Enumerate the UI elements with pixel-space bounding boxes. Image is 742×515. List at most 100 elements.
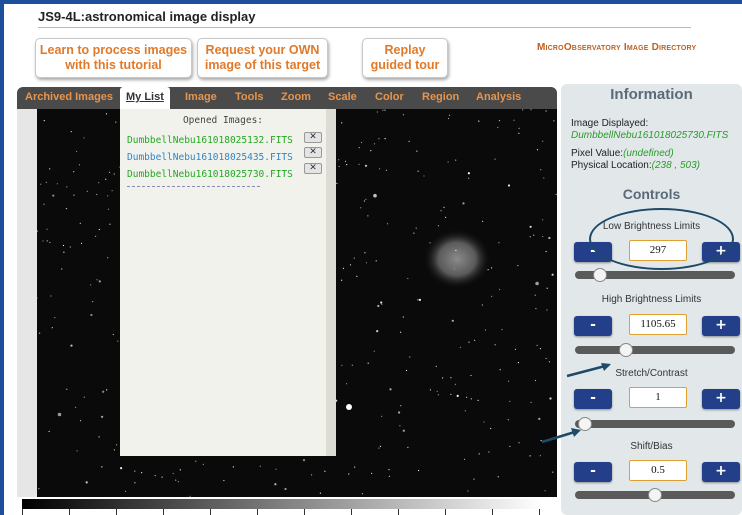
close-image-button[interactable]: ✕ (304, 132, 322, 143)
star (448, 114, 451, 116)
star (202, 463, 204, 465)
star (443, 206, 445, 208)
stretch-contrast-slider[interactable] (575, 417, 735, 431)
opened-image-file[interactable]: DumbbellNebu161018025132.FITS (127, 135, 293, 146)
star (92, 301, 94, 303)
star (141, 472, 143, 474)
star (466, 396, 468, 398)
star (63, 251, 65, 253)
star (389, 388, 392, 391)
star (113, 449, 115, 451)
stretch-contrast-minus-button[interactable]: - (574, 389, 612, 409)
star (530, 109, 532, 111)
star (364, 252, 366, 254)
star (413, 232, 415, 234)
high-brightness-minus-button[interactable]: - (574, 316, 612, 336)
star (497, 126, 499, 128)
stretch-contrast-plus-button[interactable]: + (702, 389, 740, 409)
star (451, 319, 454, 322)
star (507, 184, 511, 187)
star (437, 225, 439, 227)
star (497, 476, 499, 478)
star (338, 159, 340, 161)
colorbar-tick (445, 509, 446, 515)
star (544, 490, 546, 492)
star (382, 109, 384, 111)
star (179, 469, 181, 471)
request-image-button[interactable]: Request your OWN image of this target (197, 38, 328, 78)
menu-my-list[interactable]: My List (120, 87, 170, 109)
replay-tour-button[interactable]: Replay guided tour (362, 38, 448, 78)
pixel-value-row: Pixel Value:(undefined) (571, 148, 674, 159)
shift-bias-value[interactable]: 0.5 (629, 460, 687, 481)
shift-bias-plus-button[interactable]: + (702, 462, 740, 482)
star (548, 236, 551, 240)
menu-tools[interactable]: Tools (235, 91, 264, 103)
star (456, 394, 459, 397)
star (380, 301, 383, 304)
star (49, 241, 51, 244)
star (481, 304, 483, 306)
star (341, 122, 343, 124)
shift-bias-minus-button[interactable]: - (574, 462, 612, 482)
low-brightness-slider-thumb[interactable] (592, 268, 607, 282)
star (470, 374, 472, 377)
star (518, 132, 520, 134)
menu-region[interactable]: Region (422, 91, 459, 103)
star (102, 390, 105, 393)
learn-tutorial-button[interactable]: Learn to process images with this tutori… (35, 38, 192, 78)
high-brightness-slider[interactable] (575, 343, 735, 357)
menu-analysis[interactable]: Analysis (476, 91, 521, 103)
close-image-button[interactable]: ✕ (304, 163, 322, 174)
frame-top-border (0, 0, 742, 4)
colorbar-tick (304, 509, 305, 515)
close-image-button[interactable]: ✕ (304, 147, 322, 158)
star (490, 427, 492, 430)
star (75, 406, 77, 408)
star (518, 442, 520, 444)
high-brightness-plus-button[interactable]: + (702, 316, 740, 336)
star (365, 198, 367, 200)
star (464, 410, 466, 412)
star (385, 169, 387, 171)
star (346, 164, 348, 166)
star (358, 163, 360, 165)
high-brightness-value[interactable]: 1105.65 (629, 314, 687, 335)
stretch-contrast-value[interactable]: 1 (629, 387, 687, 408)
star (539, 348, 541, 350)
star (483, 421, 485, 423)
star (48, 430, 50, 433)
opened-image-file[interactable]: DumbbellNebu161018025730.FITS (127, 169, 293, 180)
star (507, 419, 509, 421)
star (513, 119, 515, 121)
colorbar-tick (22, 509, 23, 515)
low-brightness-slider[interactable] (575, 268, 735, 282)
menu-color[interactable]: Color (375, 91, 404, 103)
star (534, 294, 536, 296)
colorbar-tick (539, 509, 540, 515)
star (117, 340, 119, 342)
high-brightness-slider-thumb[interactable] (618, 343, 633, 357)
star (371, 472, 373, 474)
star (518, 127, 520, 129)
star (40, 183, 42, 185)
shift-bias-slider-thumb[interactable] (648, 488, 662, 502)
star (69, 246, 71, 248)
star (409, 356, 411, 358)
star (546, 287, 548, 289)
menu-image[interactable]: Image (185, 91, 217, 103)
menu-scale[interactable]: Scale (328, 91, 357, 103)
menu-zoom[interactable]: Zoom (281, 91, 311, 103)
opened-image-file[interactable]: DumbbellNebu161018025435.FITS (127, 152, 293, 163)
menu-archived-images[interactable]: Archived Images (25, 91, 113, 103)
shift-bias-slider[interactable] (575, 488, 735, 502)
star (61, 268, 63, 270)
star (417, 170, 419, 172)
star (417, 299, 419, 301)
star (442, 377, 444, 379)
star (501, 328, 503, 331)
image-directory-link[interactable]: MicroObservatory Image Directory (537, 42, 696, 53)
star (494, 158, 496, 160)
star (274, 483, 277, 486)
star (545, 250, 547, 253)
